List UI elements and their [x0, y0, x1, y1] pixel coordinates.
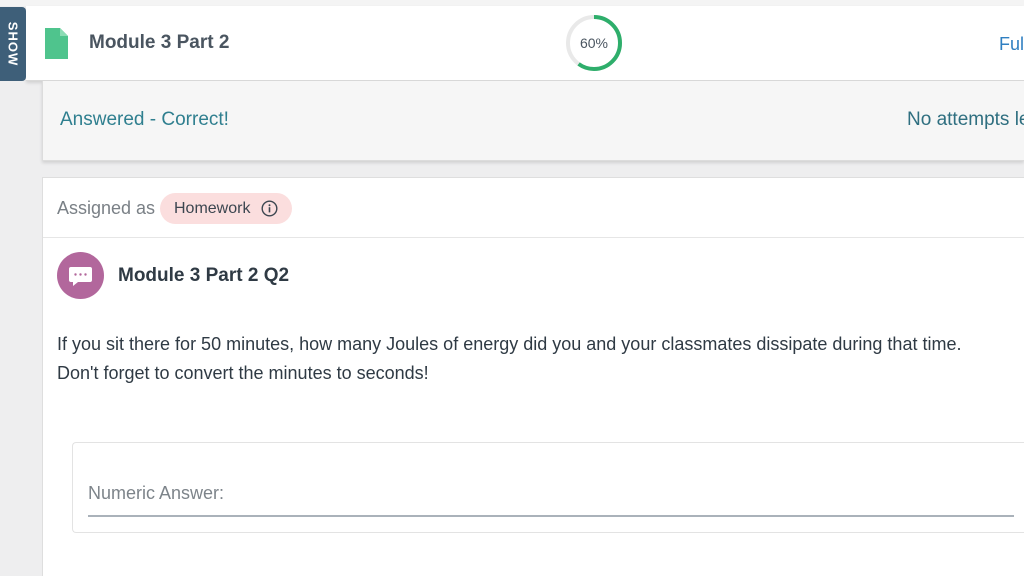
question-text-line: Don't forget to convert the minutes to s… [57, 363, 429, 383]
module-title: Module 3 Part 2 [89, 32, 230, 53]
fullscreen-link[interactable]: Ful [999, 34, 1024, 55]
module-header: Module 3 Part 2 60% Ful [26, 6, 1024, 81]
numeric-answer-input[interactable] [88, 471, 1014, 517]
progress-percent: 60% [579, 35, 609, 51]
answer-box [72, 442, 1024, 533]
status-panel: Answered - Correct! No attempts le [42, 81, 1024, 161]
assigned-label: Assigned as [57, 198, 156, 218]
homework-badge-label: Homework [174, 200, 251, 217]
question-card: Assigned as Homework Module 3 Part 2 Q2 … [42, 177, 1024, 576]
question-title: Module 3 Part 2 Q2 [118, 265, 290, 286]
file-icon [45, 28, 68, 59]
show-sidebar-tab[interactable]: SHOW [0, 7, 26, 81]
homework-badge[interactable]: Homework [160, 193, 292, 224]
info-icon[interactable] [261, 200, 278, 217]
question-text: If you sit there for 50 minutes, how man… [57, 330, 1017, 388]
chat-bubble-icon [69, 267, 92, 286]
answer-status: Answered - Correct! [60, 109, 229, 130]
question-avatar [57, 252, 104, 299]
assigned-row: Assigned as Homework [43, 178, 1024, 238]
show-tab-label: SHOW [5, 21, 21, 67]
question-text-line: If you sit there for 50 minutes, how man… [57, 334, 962, 354]
attempts-remaining: No attempts le [907, 109, 1024, 130]
